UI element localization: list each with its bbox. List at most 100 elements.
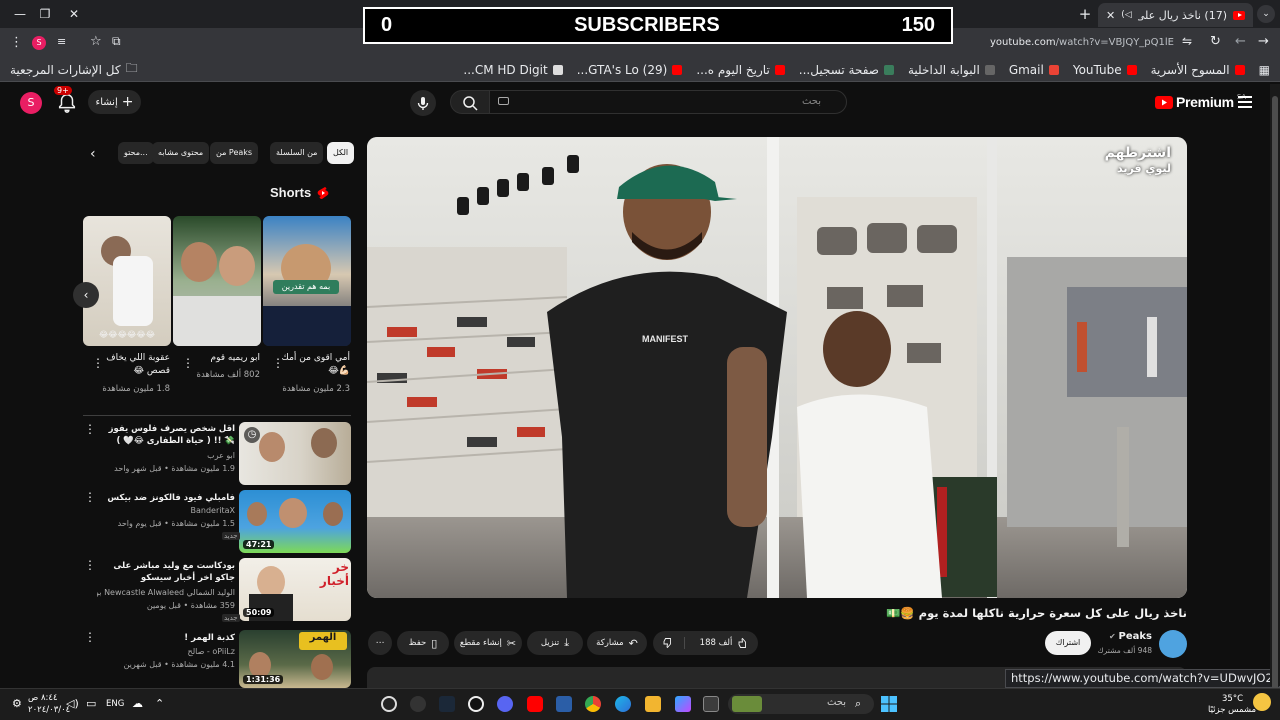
clip-button[interactable]: إنشاء مقطع ✂ (454, 631, 522, 655)
search-input[interactable]: بحث (489, 90, 847, 114)
like-button[interactable]: 188 ألف (690, 637, 760, 649)
youtube-premium-logo[interactable]: Premium SA (1155, 93, 1246, 110)
notifications-center-icon[interactable]: ⚙ (12, 697, 22, 710)
steam-icon[interactable] (439, 696, 455, 712)
download-button[interactable]: تنزيل ⤓ (527, 631, 583, 655)
site-settings-icon[interactable]: ⇋ (1182, 34, 1192, 48)
rec-channel[interactable]: الوليد الشمالي Newcastle Alwaleed بودكاس… (97, 588, 235, 597)
video-thumbnail[interactable]: 47:21 (239, 490, 351, 553)
chip-similar[interactable]: محتوى مشابه (152, 142, 210, 164)
youtube-app-icon[interactable] (527, 696, 543, 712)
save-button[interactable]: حفظ ▯ (397, 631, 449, 655)
shorts-prev-button[interactable]: ‹ (73, 282, 99, 308)
rec-title[interactable]: بودكاست مع وليد مباشر على جاكو اخر أخبار… (97, 560, 235, 584)
install-app-icon[interactable]: ⧉ (112, 34, 121, 49)
bookmark-6[interactable]: تاريخ اليوم ه... (696, 63, 785, 77)
notifications-bell-icon[interactable] (56, 92, 78, 114)
short-menu-icon[interactable]: ⋮ (92, 356, 104, 370)
chip-series[interactable]: من السلسلة (270, 142, 324, 164)
rec-menu-icon[interactable]: ⋮ (84, 558, 96, 572)
weather-temp[interactable]: 35°C (1222, 694, 1243, 704)
file-explorer-icon[interactable] (645, 696, 661, 712)
chips-prev-arrow-icon[interactable]: ‹ (90, 146, 96, 162)
restore-icon[interactable]: ❐ (35, 0, 55, 28)
copilot-icon[interactable] (675, 696, 691, 712)
short-thumbnail[interactable]: بمه هم تقدرين (263, 216, 351, 346)
minimize-icon[interactable]: — (10, 0, 30, 28)
clock-date[interactable]: ٢٠٢٤/٠٣/٠٤ (28, 705, 70, 715)
all-bookmarks[interactable]: 🗀 كل الإشارات المرجعية (10, 59, 138, 80)
chip-from-peaks[interactable]: من Peaks (210, 142, 259, 164)
short-menu-icon[interactable]: ⋮ (182, 356, 194, 370)
chip-all[interactable]: الكل (327, 142, 355, 164)
settings-gear-icon[interactable] (381, 696, 397, 712)
chip-5[interactable]: محتو... (118, 142, 154, 164)
onedrive-icon[interactable]: ☁ (132, 697, 143, 710)
bookmark-apps[interactable]: ▦ (1259, 63, 1270, 77)
bookmark-2[interactable]: YouTube (1073, 63, 1137, 77)
weather-desc[interactable]: مشمس جزئيًا (1208, 705, 1256, 715)
obs-icon[interactable] (468, 696, 484, 712)
reading-list-icon[interactable]: ≡ (57, 35, 66, 48)
dislike-button[interactable] (652, 637, 685, 649)
search-button[interactable] (450, 90, 490, 114)
new-tab-icon[interactable]: + (1075, 0, 1095, 28)
account-avatar[interactable]: S (20, 92, 42, 114)
bookmark-5[interactable]: صفحة تسجيل... (799, 63, 894, 77)
more-actions-button[interactable]: ⋯ (368, 631, 392, 655)
windows-start-icon[interactable] (880, 695, 898, 713)
rec-channel[interactable]: oPiiLz - صالح (97, 647, 235, 656)
bookmark-star-icon[interactable]: ☆ (90, 34, 102, 49)
tab-close-icon[interactable]: ✕ (1106, 9, 1115, 22)
tab-search-icon[interactable]: ⌄ (1257, 5, 1275, 23)
clock-time[interactable]: ٨:٤٤ ص (28, 693, 58, 703)
network-icon[interactable]: ▭ (86, 697, 96, 710)
rec-menu-icon[interactable]: ⋮ (84, 630, 96, 644)
store-icon[interactable] (556, 696, 572, 712)
video-thumbnail[interactable]: الهمر 1:31:36 (239, 630, 351, 688)
rec-title[interactable]: فامبلي فيود فالكونز ضد بيكس (97, 492, 235, 504)
reload-icon[interactable]: ↻ (1210, 34, 1221, 49)
input-language[interactable]: ENG (106, 699, 124, 709)
voice-search-button[interactable] (410, 90, 436, 116)
channel-name[interactable]: ✔ Peaks (1100, 631, 1152, 642)
discord-icon[interactable] (497, 696, 513, 712)
close-window-icon[interactable]: ✕ (64, 0, 84, 28)
short-menu-icon[interactable]: ⋮ (272, 356, 284, 370)
short-thumbnail[interactable] (173, 216, 261, 346)
chrome-icon[interactable] (585, 696, 601, 712)
short-title[interactable]: أمي اقوى من أمك 💪🏻😂 (278, 352, 350, 378)
rec-title[interactable]: اقل شخص يصرف فلوس يفوز 💸 !! ( حياة الطفا… (97, 423, 235, 447)
forward-icon[interactable]: ← (1235, 34, 1246, 49)
url-field[interactable]: youtube.com/watch?v=VBJQY_pQ1lE (990, 37, 1174, 48)
bookmark-1[interactable]: المسوح الأسرية (1151, 63, 1245, 77)
short-thumbnail[interactable]: 😂😂😂😂😂😂 (83, 216, 171, 346)
mute-icon[interactable]: ◁) (1121, 10, 1131, 20)
video-thumbnail[interactable]: ◷ (239, 422, 351, 485)
short-title[interactable]: عقوبة اللي يخاف قصص 😂 (98, 352, 170, 378)
create-button[interactable]: إنشاء + (88, 90, 141, 114)
bookmark-4[interactable]: البوابة الداخلية (908, 63, 995, 77)
rec-title[interactable]: كذبة الهمر ! (97, 632, 235, 644)
channel-avatar[interactable] (1159, 630, 1187, 658)
share-button[interactable]: مشاركة ↶ (587, 631, 647, 655)
rec-menu-icon[interactable]: ⋮ (84, 422, 96, 436)
task-view-icon[interactable] (703, 696, 719, 712)
rec-channel[interactable]: BanderitaX (97, 506, 236, 515)
profile-avatar[interactable]: S (32, 36, 46, 50)
keyboard-icon[interactable] (498, 97, 509, 105)
browser-menu-icon[interactable]: ⋮ (10, 35, 23, 50)
edge-icon[interactable] (615, 696, 631, 712)
guide-menu-icon[interactable] (1238, 96, 1252, 111)
watch-later-icon[interactable]: ◷ (244, 427, 260, 443)
bookmark-7[interactable]: (29) GTA's Lo... (577, 63, 683, 77)
subscribe-button[interactable]: اشتراك (1045, 631, 1091, 655)
rec-menu-icon[interactable]: ⋮ (84, 490, 96, 504)
rec-channel[interactable]: ابو عرب (97, 451, 235, 460)
app-icon[interactable] (410, 696, 426, 712)
scrollbar-thumb[interactable] (1272, 96, 1278, 691)
back-icon[interactable]: → (1258, 34, 1269, 49)
bookmark-8[interactable]: CM HD Digit... (463, 63, 563, 77)
tray-overflow-icon[interactable]: ⌃ (155, 697, 164, 710)
short-title[interactable]: ابو ريميه قوم (188, 352, 261, 365)
